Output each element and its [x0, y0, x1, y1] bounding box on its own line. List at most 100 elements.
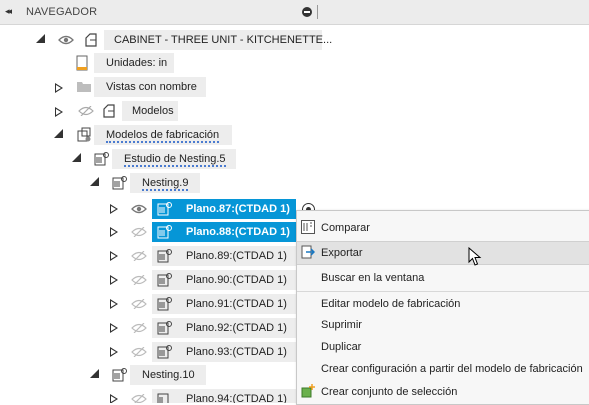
component-icon — [85, 33, 97, 47]
nesting9-label: Nesting.9 — [142, 177, 189, 191]
units-document-icon — [76, 55, 88, 71]
menu-item-suppress[interactable]: Suprimir — [297, 314, 589, 336]
tree-row-plane[interactable]: Plano.89:(CTDAD 1) — [0, 245, 300, 267]
panel-resize-handle[interactable] — [317, 5, 320, 19]
expanded-triangle-icon[interactable] — [90, 177, 102, 189]
mouse-pointer-icon — [468, 247, 482, 266]
eye-icon[interactable] — [131, 204, 147, 214]
menu-item-create-config[interactable]: Crear configuración a partir del modelo … — [297, 358, 589, 380]
expanded-triangle-icon[interactable] — [90, 369, 102, 381]
plane-label: Plano.87:(CTDAD 1) — [186, 203, 290, 215]
eye-hidden-icon[interactable] — [131, 299, 147, 309]
tree-row-models[interactable]: Modelos — [0, 100, 200, 122]
panel-title: NAVEGADOR — [26, 6, 98, 18]
minimize-icon[interactable] — [302, 7, 312, 17]
collapsed-triangle-icon[interactable] — [55, 83, 67, 95]
plane-label: Plano.91:(CTDAD 1) — [186, 298, 287, 310]
context-menu: Comparar Exportar Buscar en la ventana E… — [296, 210, 589, 405]
folder-icon — [77, 82, 91, 92]
collapsed-triangle-icon[interactable] — [55, 107, 67, 119]
menu-item-label: Editar modelo de fabricación — [321, 298, 461, 310]
tree-row-plane[interactable]: Plano.87:(CTDAD 1) — [0, 198, 300, 220]
menu-item-label: Comparar — [321, 222, 370, 234]
expanded-triangle-icon[interactable] — [54, 129, 66, 141]
component-icon — [103, 104, 115, 118]
root-label: CABINET - THREE UNIT - KITCHENETTE... — [114, 34, 333, 46]
expanded-triangle-icon[interactable] — [36, 34, 48, 46]
tree-row-fab-models[interactable]: Modelos de fabricación — [0, 124, 240, 146]
collapsed-triangle-icon[interactable] — [110, 275, 122, 287]
menu-separator — [297, 291, 589, 292]
plane-label: Plano.92:(CTDAD 1) — [186, 322, 287, 334]
eye-hidden-icon[interactable] — [131, 347, 147, 357]
tree-row-plane[interactable]: Plano.93:(CTDAD 1) — [0, 341, 300, 363]
collapsed-triangle-icon[interactable] — [110, 323, 122, 335]
plane-icon — [157, 225, 172, 239]
menu-item-label: Crear conjunto de selección — [321, 386, 458, 398]
nest-icon — [112, 368, 127, 382]
plane-icon — [157, 202, 172, 216]
tree-row-nesting10[interactable]: Nesting.10 — [0, 364, 220, 386]
nesting-study-icon — [94, 152, 109, 166]
eye-hidden-icon[interactable] — [131, 251, 147, 261]
collapse-panel-icon[interactable]: ◂◂ — [5, 6, 12, 17]
eye-hidden-icon[interactable] — [78, 106, 94, 116]
nest-icon — [112, 176, 127, 190]
compare-icon — [301, 220, 315, 234]
models-label: Modelos — [132, 105, 174, 117]
tree-row-plane[interactable]: Plano.92:(CTDAD 1) — [0, 317, 300, 339]
plane-icon — [157, 273, 172, 287]
plane-icon — [157, 249, 172, 263]
collapsed-triangle-icon[interactable] — [110, 394, 122, 403]
menu-item-label: Suprimir — [321, 319, 362, 331]
tree-row-plane[interactable]: Plano.91:(CTDAD 1) — [0, 293, 300, 315]
collapsed-triangle-icon[interactable] — [110, 227, 122, 239]
plane-icon — [157, 393, 169, 403]
menu-item-label: Buscar en la ventana — [321, 272, 425, 284]
tree-row-named-views[interactable]: Vistas con nombre — [0, 76, 220, 98]
tree-row-plane[interactable]: Plano.90:(CTDAD 1) — [0, 269, 300, 291]
tree-row-plane[interactable]: Plano.88:(CTDAD 1) — [0, 221, 300, 243]
fab-models-label: Modelos de fabricación — [106, 129, 220, 143]
collapsed-triangle-icon[interactable] — [110, 347, 122, 359]
eye-hidden-icon[interactable] — [131, 275, 147, 285]
menu-item-edit-fab-model[interactable]: Editar modelo de fabricación — [297, 293, 589, 315]
named-views-label: Vistas con nombre — [106, 81, 197, 93]
plane-label: Plano.89:(CTDAD 1) — [186, 250, 287, 262]
navigator-header: ◂◂ NAVEGADOR — [0, 0, 589, 25]
eye-hidden-icon[interactable] — [131, 394, 147, 403]
collapsed-triangle-icon[interactable] — [110, 204, 122, 216]
eye-hidden-icon[interactable] — [131, 323, 147, 333]
plane-label: Plano.90:(CTDAD 1) — [186, 274, 287, 286]
menu-item-label: Crear configuración a partir del modelo … — [321, 363, 583, 375]
menu-item-label: Exportar — [321, 247, 363, 259]
tree-row-root[interactable]: CABINET - THREE UNIT - KITCHENETTE... — [0, 29, 333, 51]
menu-item-duplicate[interactable]: Duplicar — [297, 336, 589, 358]
plane-icon — [157, 297, 172, 311]
menu-item-create-selection-set[interactable]: Crear conjunto de selección — [297, 381, 589, 403]
expanded-triangle-icon[interactable] — [72, 153, 84, 165]
menu-item-export[interactable]: Exportar — [297, 241, 589, 265]
selection-set-icon — [301, 384, 315, 398]
eye-hidden-icon[interactable] — [131, 227, 147, 237]
export-icon — [301, 245, 315, 259]
nesting-study-label: Estudio de Nesting.5 — [124, 153, 226, 167]
fabrication-model-icon — [77, 127, 91, 142]
collapsed-triangle-icon[interactable] — [110, 251, 122, 263]
plane-label: Plano.88:(CTDAD 1) — [186, 226, 290, 238]
menu-item-label: Duplicar — [321, 341, 362, 353]
menu-item-find-in-window[interactable]: Buscar en la ventana — [297, 267, 589, 289]
plane-icon — [157, 345, 172, 359]
plane-icon — [157, 321, 172, 335]
nesting10-label: Nesting.10 — [142, 369, 195, 381]
tree-row-plane[interactable]: Plano.94:(CTDAD 1) — [0, 388, 300, 403]
plane-label: Plano.93:(CTDAD 1) — [186, 346, 287, 358]
eye-icon[interactable] — [58, 35, 74, 45]
plane-label: Plano.94:(CTDAD 1) — [186, 393, 287, 403]
tree-row-nesting-study[interactable]: Estudio de Nesting.5 — [0, 148, 240, 170]
collapsed-triangle-icon[interactable] — [110, 299, 122, 311]
menu-item-compare[interactable]: Comparar — [297, 217, 589, 239]
units-label: Unidades: in — [106, 57, 168, 69]
tree-row-nesting9[interactable]: Nesting.9 — [0, 172, 220, 194]
tree-row-units[interactable]: Unidades: in — [0, 52, 200, 74]
